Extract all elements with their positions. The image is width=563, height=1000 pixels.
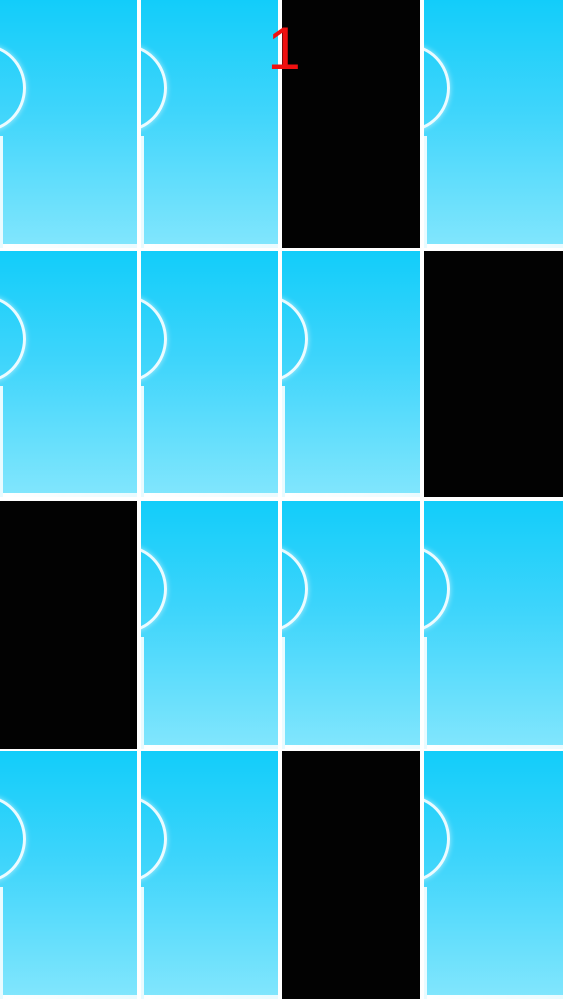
tile-edge-highlight (424, 136, 427, 248)
tile-edge-highlight (424, 745, 563, 749)
tile-arc-decoration (141, 295, 167, 383)
game-board: 1 (0, 0, 563, 1000)
tile-edge-highlight (424, 995, 563, 999)
tile-edge-highlight (424, 637, 427, 749)
tile-edge-highlight (141, 244, 278, 248)
blue-tile[interactable] (141, 0, 278, 248)
black-tile[interactable] (0, 501, 137, 749)
tile-edge-highlight (282, 493, 420, 497)
blue-tile[interactable] (282, 501, 420, 749)
tile-arc-decoration (282, 295, 308, 383)
tile-edge-highlight (424, 244, 563, 248)
tile-edge-highlight (141, 745, 278, 749)
blue-tile[interactable] (282, 251, 420, 497)
tile-edge-highlight (141, 887, 144, 999)
tile-arc-decoration (424, 545, 450, 633)
blue-tile[interactable] (0, 0, 137, 248)
tile-edge-highlight (0, 493, 137, 497)
tile-edge-highlight (0, 386, 3, 497)
tile-edge-highlight (282, 745, 420, 749)
blue-tile[interactable] (0, 751, 137, 999)
tile-arc-decoration (282, 545, 308, 633)
tile-arc-decoration (424, 44, 450, 132)
tile-edge-highlight (141, 637, 144, 749)
blue-tile[interactable] (141, 251, 278, 497)
blue-tile[interactable] (141, 751, 278, 999)
tile-arc-decoration (0, 295, 26, 383)
tile-edge-highlight (0, 244, 137, 248)
black-tile[interactable] (424, 251, 563, 497)
blue-tile[interactable] (424, 501, 563, 749)
blue-tile[interactable] (141, 501, 278, 749)
tile-edge-highlight (424, 887, 427, 999)
blue-tile[interactable] (424, 0, 563, 248)
tile-edge-highlight (0, 887, 3, 999)
blue-tile[interactable] (424, 751, 563, 999)
tile-edge-highlight (141, 386, 144, 497)
tile-edge-highlight (141, 136, 144, 248)
tile-arc-decoration (141, 44, 167, 132)
score-counter: 1 (267, 15, 301, 82)
black-tile[interactable] (282, 751, 420, 999)
tile-edge-highlight (0, 136, 3, 248)
tile-edge-highlight (0, 995, 137, 999)
tile-arc-decoration (0, 44, 26, 132)
tile-edge-highlight (282, 637, 285, 749)
tile-arc-decoration (141, 545, 167, 633)
blue-tile[interactable] (0, 251, 137, 497)
tile-arc-decoration (0, 795, 26, 883)
tile-edge-highlight (141, 493, 278, 497)
tile-edge-highlight (141, 995, 278, 999)
tile-edge-highlight (282, 386, 285, 497)
tile-arc-decoration (141, 795, 167, 883)
tile-arc-decoration (424, 795, 450, 883)
